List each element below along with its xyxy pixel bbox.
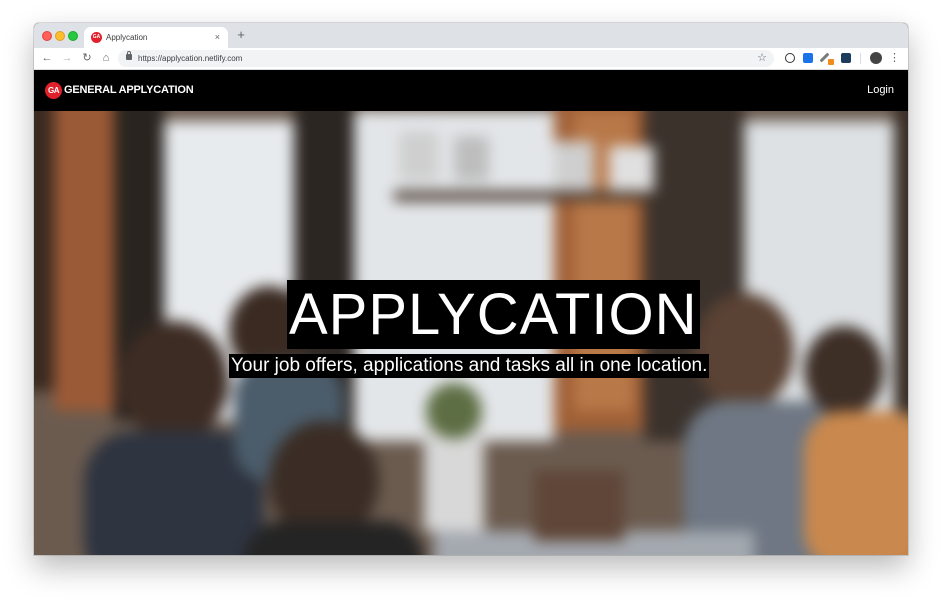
toolbar-divider: [860, 53, 861, 64]
site-navbar: GA GENERAL APPLYCATION Login: [34, 70, 908, 111]
hero-section: APPLYCATION Your job offers, application…: [34, 111, 908, 555]
tab-title: Applycation: [106, 33, 148, 42]
zoom-window-button[interactable]: [68, 31, 78, 41]
reload-icon[interactable]: ↻: [80, 51, 94, 66]
lock-icon: [126, 51, 132, 60]
brand-logo-icon[interactable]: GA: [45, 82, 62, 99]
tab-close-icon[interactable]: ×: [215, 31, 220, 44]
page-viewport: GA GENERAL APPLYCATION Login APPLYCATION…: [34, 70, 908, 555]
minimize-window-button[interactable]: [55, 31, 65, 41]
forward-arrow-icon[interactable]: →: [60, 51, 74, 66]
address-bar[interactable]: https://applycation.netlify.com ☆: [118, 50, 774, 67]
favicon-icon: GA: [91, 32, 102, 43]
close-window-button[interactable]: [42, 31, 52, 41]
hero-title: APPLYCATION: [287, 280, 700, 349]
browser-menu-icon[interactable]: ⋮: [889, 51, 900, 66]
profile-avatar-icon[interactable]: [870, 52, 882, 64]
hero-subtitle: Your job offers, applications and tasks …: [229, 354, 710, 378]
tab-applycation[interactable]: GA Applycation ×: [84, 27, 228, 48]
brand-name[interactable]: GENERAL APPLYCATION: [64, 83, 194, 98]
browser-window: GA Applycation × + ← → ↻ ⌂ https://apply…: [34, 23, 908, 555]
url-text[interactable]: https://applycation.netlify.com: [138, 52, 242, 65]
tab-strip: GA Applycation × +: [34, 23, 908, 48]
eyedropper-badge-icon: [828, 59, 834, 65]
home-icon[interactable]: ⌂: [99, 51, 113, 66]
new-tab-button[interactable]: +: [234, 28, 248, 42]
browser-toolbar: ← → ↻ ⌂ https://applycation.netlify.com …: [34, 48, 908, 70]
back-arrow-icon[interactable]: ←: [40, 51, 54, 66]
info-extension-icon[interactable]: [785, 53, 795, 63]
blue-extension-icon[interactable]: [803, 53, 813, 63]
bookmark-star-icon[interactable]: ☆: [757, 51, 767, 66]
dark-extension-icon[interactable]: [841, 53, 851, 63]
login-link[interactable]: Login: [867, 83, 894, 98]
